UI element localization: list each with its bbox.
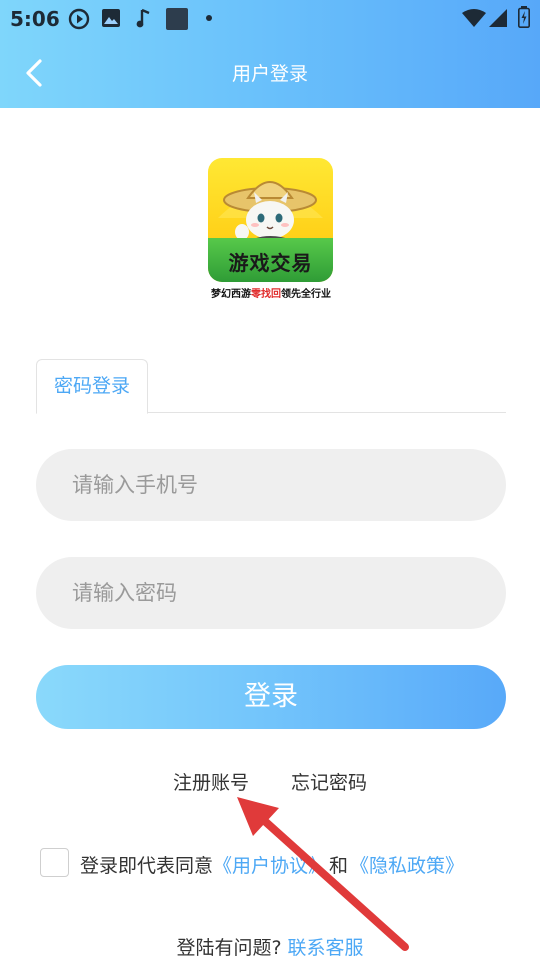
user-agreement-link[interactable]: 《用户协议》: [213, 855, 327, 877]
privacy-policy-link[interactable]: 《隐私政策》: [350, 855, 464, 877]
contact-service-link[interactable]: 联系客服: [288, 937, 364, 959]
slogan-highlight: 零找回: [251, 289, 281, 300]
agreement-prefix: 登录即代表同意: [80, 855, 214, 877]
logo-image: 游戏交易: [208, 158, 333, 282]
agreement-and: 和: [329, 855, 349, 877]
dot-icon: [206, 15, 212, 21]
logo-slogan: 梦幻西游零找回领先全行业: [205, 285, 337, 300]
forgot-password-link[interactable]: 忘记密码: [291, 768, 367, 795]
status-bar: 5:06: [0, 0, 540, 36]
page-title: 用户登录: [231, 63, 308, 85]
slogan-part2: 领先全行业: [281, 289, 331, 300]
signal-icon: [489, 9, 507, 27]
phone-input[interactable]: [72, 449, 492, 521]
agreement-text: 登录即代表同意《用户协议》和《隐私政策》: [80, 851, 464, 878]
music-note-icon: [136, 8, 150, 28]
help-question: 登陆有问题?: [176, 937, 282, 959]
image-icon: [102, 9, 120, 27]
phone-field[interactable]: [36, 449, 506, 521]
login-tabs: 密码登录: [36, 359, 506, 414]
battery-icon: [518, 6, 530, 28]
password-field[interactable]: [36, 557, 506, 629]
square-icon: [166, 8, 188, 30]
password-input[interactable]: [72, 557, 492, 629]
wifi-icon: [462, 9, 486, 27]
help-row: 登陆有问题? 联系客服: [0, 933, 540, 960]
logo-text: 游戏交易: [228, 251, 313, 275]
app-logo: 游戏交易 梦幻西游零找回领先全行业: [205, 158, 337, 300]
login-button[interactable]: 登录: [36, 665, 506, 729]
register-link[interactable]: 注册账号: [173, 768, 249, 795]
play-circle-icon: [68, 8, 90, 30]
header-bar: 5:06 用户登录: [0, 0, 540, 108]
tab-password-login[interactable]: 密码登录: [36, 359, 148, 414]
nav-bar: 用户登录: [0, 36, 540, 108]
slogan-part1: 梦幻西游: [211, 289, 251, 300]
agreement-checkbox[interactable]: [40, 848, 69, 877]
status-time: 5:06: [10, 7, 60, 31]
